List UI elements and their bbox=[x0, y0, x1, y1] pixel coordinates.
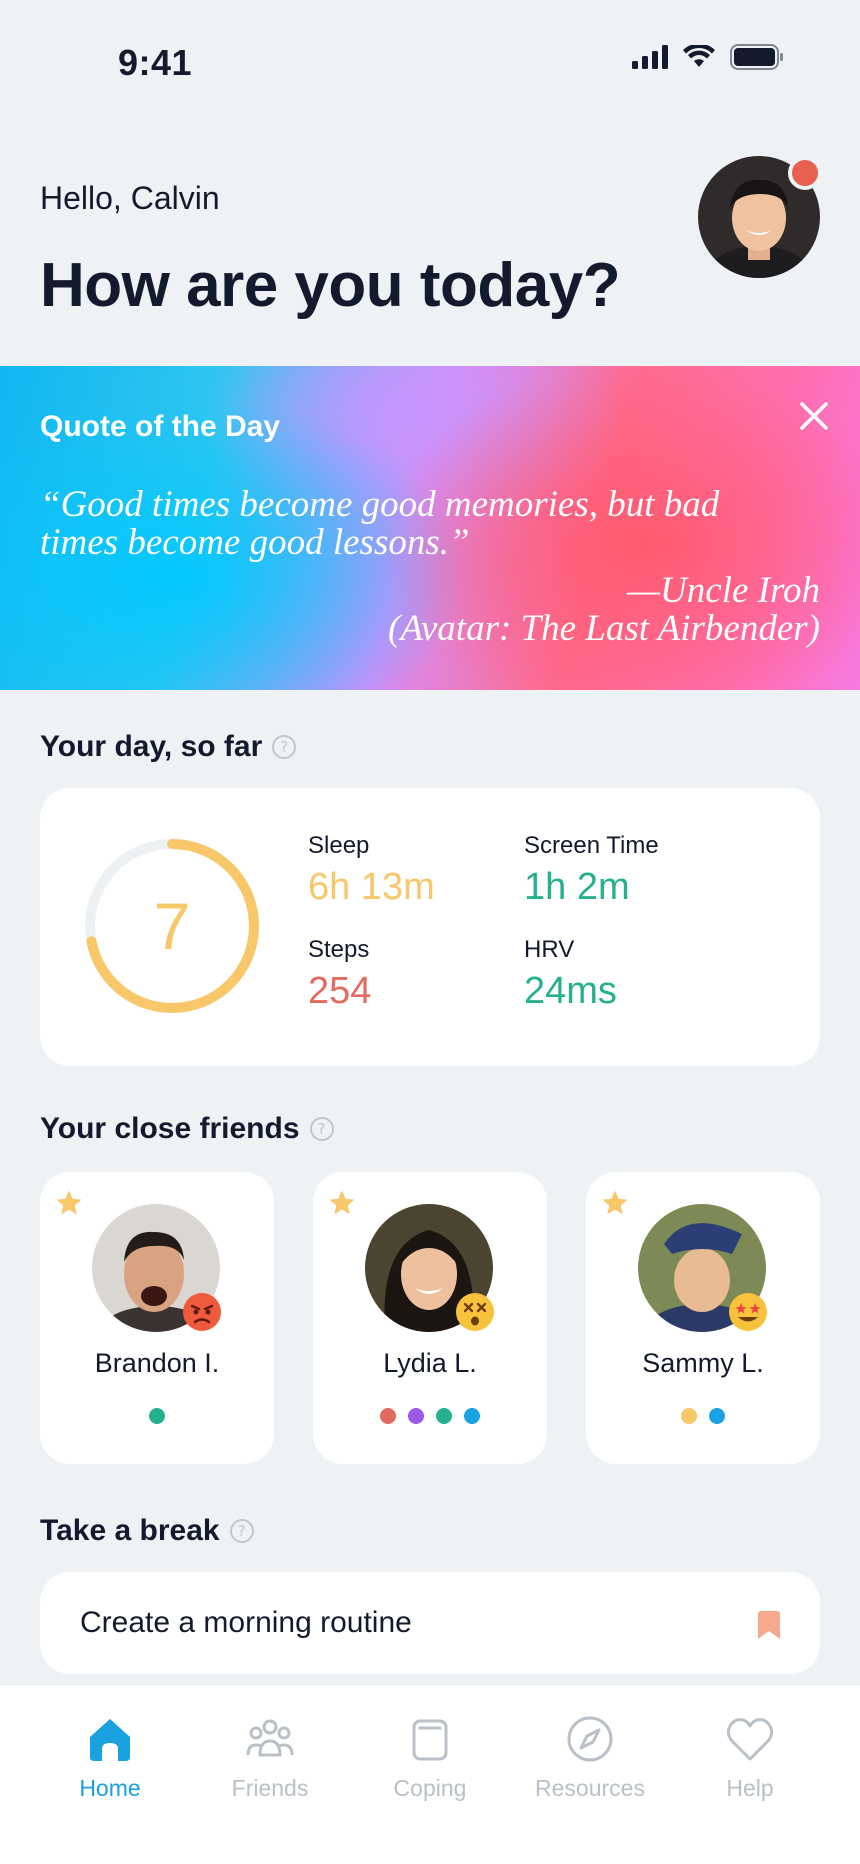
mood-dot bbox=[681, 1408, 697, 1424]
break-item-card[interactable]: Create a morning routine bbox=[40, 1572, 820, 1674]
status-bar: 9:41 bbox=[0, 0, 860, 120]
mood-dot bbox=[149, 1408, 165, 1424]
friend-card-sammy[interactable]: Sammy L. bbox=[586, 1172, 820, 1464]
star-icon bbox=[56, 1190, 82, 1215]
tab-coping[interactable]: Coping bbox=[350, 1715, 510, 1802]
profile-avatar-button[interactable] bbox=[698, 156, 822, 278]
mood-dot bbox=[709, 1408, 725, 1424]
metric-sleep: Sleep 6h 13m bbox=[308, 832, 435, 908]
close-quote-button[interactable] bbox=[792, 394, 836, 438]
mood-dot bbox=[436, 1408, 452, 1424]
day-score: 7 bbox=[153, 889, 191, 963]
quote-of-the-day-banner: Quote of the Day “Good times become good… bbox=[0, 366, 860, 690]
friend-card-brandon[interactable]: Brandon I. bbox=[40, 1172, 274, 1464]
coping-icon bbox=[412, 1719, 448, 1761]
status-time: 9:41 bbox=[118, 42, 193, 83]
tab-home[interactable]: Home bbox=[30, 1715, 190, 1802]
mood-dot bbox=[408, 1408, 424, 1424]
friend-name: Sammy L. bbox=[642, 1348, 764, 1378]
metric-screen-time: Screen Time 1h 2m bbox=[524, 832, 659, 908]
quote-attribution: —Uncle Iroh (Avatar: The Last Airbender) bbox=[388, 570, 820, 649]
bottom-tab-bar: Home Friends Coping Resources Help bbox=[0, 1684, 860, 1864]
header: Hello, Calvin bbox=[40, 180, 220, 217]
quote-text: “Good times become good memories, but ba… bbox=[40, 484, 720, 563]
wifi-icon bbox=[683, 45, 715, 67]
day-summary-card[interactable]: 7 Sleep 6h 13m Screen Time 1h 2m Steps 2… bbox=[40, 788, 820, 1066]
dizzy-face-icon bbox=[456, 1293, 494, 1331]
friend-card-lydia[interactable]: Lydia L. bbox=[313, 1172, 547, 1464]
angry-face-icon bbox=[183, 1293, 221, 1331]
help-icon[interactable]: ? bbox=[309, 1117, 334, 1141]
section-title-close-friends: Your close friends ? bbox=[40, 1112, 334, 1146]
mood-dots bbox=[586, 1408, 820, 1424]
compass-icon bbox=[567, 1716, 613, 1762]
cellular-signal-icon bbox=[632, 45, 668, 69]
page-title: How are you today? bbox=[40, 251, 621, 320]
star-icon bbox=[602, 1190, 628, 1215]
section-title-your-day: Your day, so far ? bbox=[40, 730, 297, 764]
friends-icon bbox=[246, 1719, 294, 1757]
mood-dots bbox=[40, 1408, 274, 1424]
break-item-label: Create a morning routine bbox=[80, 1606, 412, 1639]
star-struck-face-icon bbox=[729, 1293, 767, 1331]
bookmark-icon[interactable] bbox=[756, 1610, 782, 1640]
battery-icon bbox=[730, 44, 783, 70]
tab-help[interactable]: Help bbox=[670, 1715, 830, 1802]
friend-name: Brandon I. bbox=[94, 1348, 220, 1378]
mood-dot bbox=[464, 1408, 480, 1424]
section-title-take-a-break: Take a break ? bbox=[40, 1514, 254, 1548]
mood-dot bbox=[380, 1408, 396, 1424]
star-icon bbox=[329, 1190, 355, 1215]
help-icon[interactable]: ? bbox=[272, 735, 297, 759]
metric-hrv: HRV 24ms bbox=[524, 936, 617, 1012]
heart-icon bbox=[726, 1718, 774, 1761]
close-icon bbox=[800, 402, 828, 430]
friend-name: Lydia L. bbox=[383, 1348, 477, 1378]
mood-dots bbox=[313, 1408, 547, 1424]
quote-title: Quote of the Day bbox=[40, 410, 281, 443]
tab-resources[interactable]: Resources bbox=[510, 1715, 670, 1802]
help-icon[interactable]: ? bbox=[229, 1519, 254, 1543]
greeting-text: Hello, Calvin bbox=[40, 180, 220, 216]
notification-badge bbox=[788, 156, 822, 190]
home-icon bbox=[90, 1719, 130, 1761]
metric-steps: Steps 254 bbox=[308, 936, 372, 1012]
tab-friends[interactable]: Friends bbox=[190, 1715, 350, 1802]
